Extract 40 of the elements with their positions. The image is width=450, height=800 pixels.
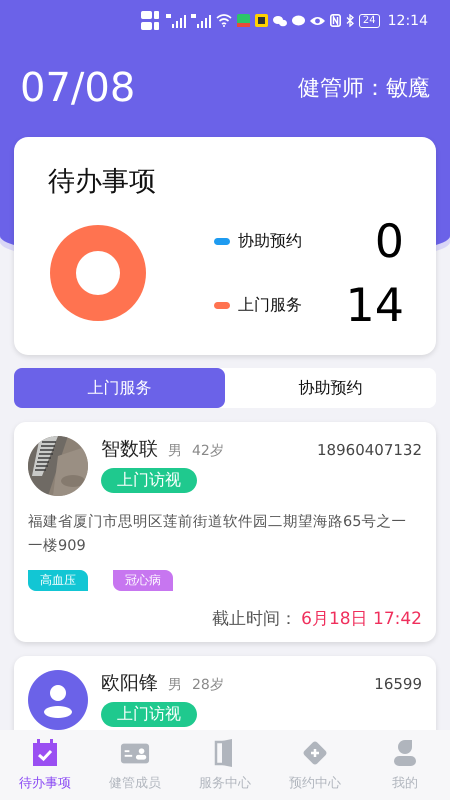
chat-icon bbox=[292, 14, 305, 26]
date-text: 07/08 bbox=[20, 65, 136, 111]
legend-count: 0 bbox=[374, 214, 404, 268]
patient-age: 28岁 bbox=[192, 676, 224, 694]
battery-level: 24 bbox=[358, 14, 380, 28]
patient-card[interactable]: 欧阳锋 男 28岁 16599 上门访视 bbox=[14, 656, 436, 730]
phone-number: 18960407132 bbox=[317, 441, 422, 459]
deadline-label: 截止时间： bbox=[212, 608, 298, 630]
sim-icon bbox=[140, 10, 161, 32]
legend-label: 上门服务 bbox=[238, 294, 302, 316]
legend-count: 14 bbox=[345, 278, 404, 332]
patient-gender: 男 bbox=[168, 442, 182, 460]
patient-name: 欧阳锋 bbox=[101, 671, 158, 696]
eye-icon bbox=[310, 16, 325, 26]
chat-icon bbox=[272, 14, 287, 26]
app-icon bbox=[254, 14, 268, 27]
app-icon bbox=[236, 14, 250, 27]
disease-tag: 高血压 bbox=[28, 570, 88, 591]
signal-icon bbox=[190, 14, 211, 28]
patient-name: 智数联 bbox=[101, 437, 158, 462]
manager-name: 健管师：敏魔 bbox=[298, 75, 430, 103]
patient-card[interactable]: 智数联 男 42岁 18960407132 上门访视 福建省厦门市思明区莲前街道软件园二期望海路65号之一一楼909 高血压 冠心病 截止时间： 6月18日 17:42 bbox=[14, 422, 436, 642]
summary-title: 待办事项 bbox=[48, 165, 157, 199]
calendar-icon bbox=[30, 738, 60, 768]
phone-number: 16599 bbox=[374, 675, 422, 693]
deadline-time: 6月18日 17:42 bbox=[301, 608, 422, 630]
patient-gender: 男 bbox=[168, 676, 182, 694]
legend-label: 协助预约 bbox=[238, 230, 302, 252]
status-time: 12:14 bbox=[388, 12, 428, 28]
tab[interactable]: 上门服务 bbox=[14, 368, 225, 408]
nfc-icon bbox=[330, 14, 341, 27]
wifi-icon bbox=[216, 14, 232, 27]
visit-type-badge: 上门访视 bbox=[101, 468, 197, 493]
bluetooth-icon bbox=[346, 14, 354, 27]
address-text: 福建省厦门市思明区莲前街道软件园二期望海路65号之一一楼909 bbox=[28, 512, 408, 556]
patient-age: 42岁 bbox=[192, 442, 224, 460]
visit-type-badge: 上门访视 bbox=[101, 702, 197, 727]
signal-icon bbox=[166, 14, 186, 28]
disease-tag: 冠心病 bbox=[113, 570, 173, 591]
nav-item[interactable]: 待办事项 bbox=[0, 730, 90, 800]
